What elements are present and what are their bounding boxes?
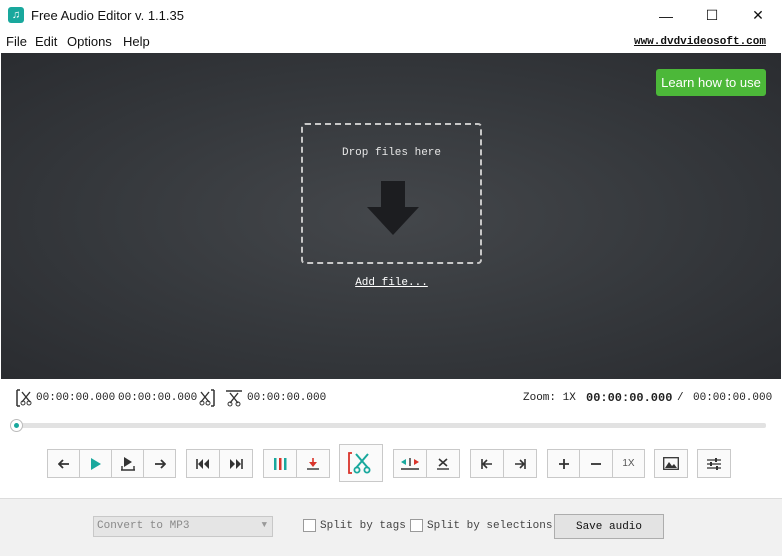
drop-zone[interactable]: Drop files here — [301, 123, 482, 264]
skip-end-icon — [515, 458, 526, 469]
go-to-start-button[interactable] — [186, 449, 220, 478]
delete-selection-button[interactable] — [426, 449, 460, 478]
menu-file[interactable]: File — [6, 34, 27, 49]
minimize-button[interactable]: — — [643, 0, 689, 31]
app-logo-icon: ♫ — [8, 7, 24, 23]
trim-icon — [401, 457, 419, 470]
window-title: Free Audio Editor v. 1.1.35 — [31, 8, 184, 23]
minus-icon — [591, 462, 601, 465]
split-by-selections-checkbox[interactable] — [410, 519, 423, 532]
sliders-icon — [707, 457, 721, 470]
trim-button[interactable] — [393, 449, 427, 478]
chevron-down-icon: ▼ — [261, 520, 267, 530]
output-format-select[interactable]: Convert to MP3 ▼ — [93, 516, 273, 537]
save-audio-button[interactable]: Save audio — [554, 514, 664, 539]
selection-start-icon[interactable] — [15, 389, 33, 407]
play-selection-button[interactable] — [111, 449, 144, 478]
go-to-end-button[interactable] — [219, 449, 253, 478]
down-arrow-icon — [367, 181, 419, 235]
selection-end-icon[interactable] — [198, 389, 216, 407]
down-marker-icon — [307, 457, 319, 470]
split-by-tags-label[interactable]: Split by tags — [320, 520, 406, 532]
plus-icon — [558, 458, 569, 469]
insert-marker-button[interactable] — [296, 449, 330, 478]
close-icon: ✕ — [752, 7, 764, 23]
scissors-icon — [226, 390, 242, 407]
current-time: 00:00:00.000 — [586, 391, 673, 405]
minimize-icon: — — [659, 7, 673, 24]
back-button[interactable] — [47, 449, 80, 478]
bottom-bar: Convert to MP3 ▼ Split by tags Split by … — [0, 498, 782, 556]
rewind-icon — [196, 458, 209, 469]
time-separator: / — [677, 392, 684, 404]
play-selection-icon — [120, 456, 135, 471]
arrow-right-icon — [154, 458, 166, 469]
select-to-start-button[interactable] — [470, 449, 504, 478]
output-format-value: Convert to MP3 — [97, 520, 190, 532]
image-icon — [663, 457, 679, 470]
timing-row: 00:00:00.000 00:00:00.000 00:00:00.000 Z… — [0, 386, 782, 410]
learn-how-to-use-button[interactable]: Learn how to use — [656, 69, 766, 96]
menu-bar: File Edit Options Help www.dvdvideosoft.… — [0, 31, 782, 53]
select-to-end-button[interactable] — [503, 449, 537, 478]
menu-edit[interactable]: Edit — [35, 34, 57, 49]
selection-length-time: 00:00:00.000 — [247, 392, 327, 404]
title-bar: ♫ Free Audio Editor v. 1.1.35 — ☐ ✕ — [0, 0, 782, 31]
split-by-tags-checkbox[interactable] — [303, 519, 316, 532]
add-file-link[interactable]: Add file... — [301, 277, 482, 289]
selection-start-time: 00:00:00.000 — [36, 392, 116, 404]
zoom-reset-button[interactable]: 1X — [612, 449, 645, 478]
zoom-out-button[interactable] — [579, 449, 613, 478]
selection-end-time: 00:00:00.000 — [118, 392, 198, 404]
seek-handle[interactable] — [10, 419, 23, 432]
play-button[interactable] — [79, 449, 112, 478]
website-link[interactable]: www.dvdvideosoft.com — [634, 36, 766, 48]
cut-button[interactable] — [339, 444, 383, 482]
total-time: 00:00:00.000 — [693, 392, 773, 404]
maximize-icon: ☐ — [705, 7, 719, 23]
arrow-left-icon — [57, 458, 69, 469]
seek-bar[interactable] — [14, 423, 766, 428]
skip-start-icon — [481, 458, 492, 469]
split-bars-icon — [274, 457, 287, 470]
delete-icon — [437, 457, 449, 470]
settings-button[interactable] — [697, 449, 731, 478]
close-button[interactable]: ✕ — [735, 0, 781, 31]
zoom-label: Zoom: 1X — [523, 392, 576, 404]
play-icon — [90, 457, 101, 470]
menu-options[interactable]: Options — [67, 34, 112, 49]
drop-files-label: Drop files here — [341, 147, 442, 159]
menu-help[interactable]: Help — [123, 34, 150, 49]
drop-area[interactable]: Learn how to use Drop files here Add fil… — [1, 53, 781, 379]
zoom-in-button[interactable] — [547, 449, 580, 478]
split-by-selections-label[interactable]: Split by selections — [427, 520, 552, 532]
cut-icon — [348, 452, 371, 474]
forward-button[interactable] — [143, 449, 176, 478]
fast-forward-icon — [230, 458, 243, 469]
waveform-image-button[interactable] — [654, 449, 688, 478]
maximize-button[interactable]: ☐ — [689, 0, 735, 31]
split-button[interactable] — [263, 449, 297, 478]
